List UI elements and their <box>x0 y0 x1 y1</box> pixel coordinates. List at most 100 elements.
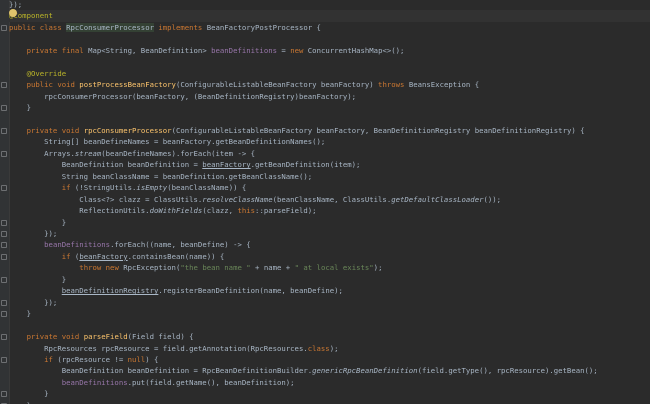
fold-marker-icon[interactable] <box>1 311 7 318</box>
code-token: (rpcResource != <box>57 354 128 364</box>
code-line[interactable]: }); <box>9 297 650 309</box>
code-token: resolveClassName <box>202 194 273 204</box>
fold-marker-icon[interactable] <box>1 299 7 306</box>
code-line[interactable]: beanDefinitionRegistry.registerBeanDefin… <box>9 285 650 297</box>
fold-marker-icon[interactable] <box>1 185 7 192</box>
fold-marker-icon[interactable] <box>1 231 7 237</box>
code-token: beanDefinitions <box>211 45 278 55</box>
code-line[interactable]: BeanDefinition beanDefinition = RpcBeanD… <box>9 365 650 377</box>
code-line[interactable]: if (rpcResource != null) { <box>9 354 650 366</box>
code-token: (beanClassName, ClassUtils. <box>272 194 392 204</box>
code-line[interactable]: private void parseField(Field field) { <box>9 331 650 343</box>
code-line[interactable]: if (beanFactory.containsBean(name)) { <box>9 251 650 263</box>
code-token: parseField <box>83 332 128 342</box>
code-line[interactable]: Class<?> clazz = ClassUtils.resolveClass… <box>9 194 650 206</box>
code-editor[interactable]: }); @Component public class RpcConsumerPro… <box>0 0 650 404</box>
fold-marker-icon[interactable] <box>1 105 7 112</box>
code-line[interactable] <box>9 33 650 45</box>
fold-marker-icon[interactable] <box>1 276 7 283</box>
code-token: @Override <box>26 68 67 78</box>
code-line[interactable]: private final Map<String, BeanDefinition… <box>9 45 650 57</box>
code-token: = <box>277 45 291 55</box>
code-line[interactable] <box>9 114 650 126</box>
code-token: .containsBean(name)) { <box>127 251 225 261</box>
code-line[interactable]: if (!StringUtils.isEmpty(beanClassName))… <box>9 182 650 194</box>
code-token: if <box>61 183 75 193</box>
code-area[interactable]: }); @Component public class RpcConsumerPro… <box>9 0 650 404</box>
code-line[interactable]: }); <box>9 228 650 240</box>
code-line[interactable] <box>9 320 650 332</box>
code-token: (ConfigurableListableBeanFactory beanFac… <box>175 80 379 90</box>
code-line[interactable]: public void postProcessBeanFactory(Confi… <box>9 79 650 91</box>
code-token: (beanDefineNames).forEach(item -> { <box>101 148 256 158</box>
code-token: (ConfigurableListableBeanFactory beanFac… <box>171 125 585 135</box>
code-line[interactable]: @Override <box>9 68 650 80</box>
code-line[interactable]: ReflectionUtils.doWithFields(clazz, this… <box>9 205 650 217</box>
code-token: ) { <box>145 354 159 364</box>
code-token: ); <box>373 263 383 273</box>
code-token: if <box>61 251 75 261</box>
code-line[interactable]: String beanClassName = beanDefinition.ge… <box>9 171 650 183</box>
code-token: RpcResources rpcResource = field.getAnno… <box>9 343 308 353</box>
code-line[interactable]: } <box>9 308 650 320</box>
code-token: class <box>307 343 330 353</box>
code-token: private void <box>26 125 84 135</box>
code-line[interactable]: } <box>9 102 650 114</box>
code-token: genericRpcBeanDefinition <box>312 366 418 376</box>
code-token: throws <box>378 80 409 90</box>
fold-marker-icon[interactable] <box>1 82 7 89</box>
code-token: beanFactory <box>202 160 251 170</box>
code-token: Map<String, BeanDefinition> <box>88 45 212 55</box>
code-line[interactable]: rpcConsumerProcessor(beanFactory, (BeanD… <box>9 91 650 103</box>
code-token: BeanFactoryPostProcessor { <box>206 22 321 32</box>
code-line[interactable]: @Component <box>9 10 650 23</box>
code-token: ()); <box>483 194 502 204</box>
code-token: isEmpty <box>136 183 168 193</box>
code-line[interactable]: throw new RpcException("the bean name " … <box>9 262 650 274</box>
fold-marker-icon[interactable] <box>1 356 7 363</box>
code-line[interactable]: } <box>9 400 650 404</box>
code-token: (beanClassName)) { <box>167 183 247 193</box>
code-line[interactable]: RpcResources rpcResource = field.getAnno… <box>9 343 650 355</box>
fold-marker-icon[interactable] <box>1 253 7 260</box>
fold-marker-icon[interactable] <box>1 334 7 341</box>
code-token: beanFactory <box>79 251 128 261</box>
code-line[interactable]: } <box>9 388 650 400</box>
code-line[interactable]: String[] beanDefineNames = beanFactory.g… <box>9 136 650 148</box>
code-line[interactable]: beanDefinitions.forEach((name, beanDefin… <box>9 239 650 251</box>
fold-marker-icon[interactable] <box>1 127 7 134</box>
code-line[interactable]: }); <box>9 0 650 11</box>
code-token: beanDefinitions <box>44 240 111 250</box>
code-line[interactable]: BeanDefinition beanDefinition = beanFact… <box>9 159 650 171</box>
code-line[interactable]: } <box>9 274 650 286</box>
fold-marker-icon[interactable] <box>1 219 7 226</box>
fold-marker-icon[interactable] <box>1 150 7 157</box>
lightbulb-icon[interactable] <box>9 9 17 17</box>
code-token: public void <box>26 80 80 90</box>
code-token: + name + <box>250 263 295 273</box>
code-token: Class<?> clazz = ClassUtils. <box>9 194 203 204</box>
code-line[interactable]: public class RpcConsumerProcessor implem… <box>9 22 650 34</box>
code-token: doWithFields <box>149 206 203 216</box>
code-token: .put(field.getName(), beanDefinition); <box>127 377 295 387</box>
code-line[interactable]: beanDefinitions.put(field.getName(), bea… <box>9 377 650 389</box>
code-token: .registerBeanDefinition(name, beanDefine… <box>158 286 343 296</box>
code-line[interactable]: } <box>9 217 650 229</box>
code-token: implements <box>154 22 207 32</box>
code-token: " at local exists" <box>294 263 374 273</box>
code-token: } <box>9 217 67 227</box>
code-token: BeanDefinition beanDefinition = <box>9 160 203 170</box>
code-line[interactable]: Arrays.stream(beanDefineNames).forEach(i… <box>9 148 650 160</box>
fold-marker-icon[interactable] <box>1 24 7 31</box>
code-line[interactable] <box>9 56 650 68</box>
code-line[interactable]: private void rpcConsumerProcessor(Config… <box>9 125 650 137</box>
fold-marker-icon[interactable] <box>1 391 7 398</box>
code-token: ::parseField); <box>255 206 317 216</box>
fold-marker-icon[interactable] <box>1 242 7 249</box>
code-token: null <box>127 354 146 364</box>
